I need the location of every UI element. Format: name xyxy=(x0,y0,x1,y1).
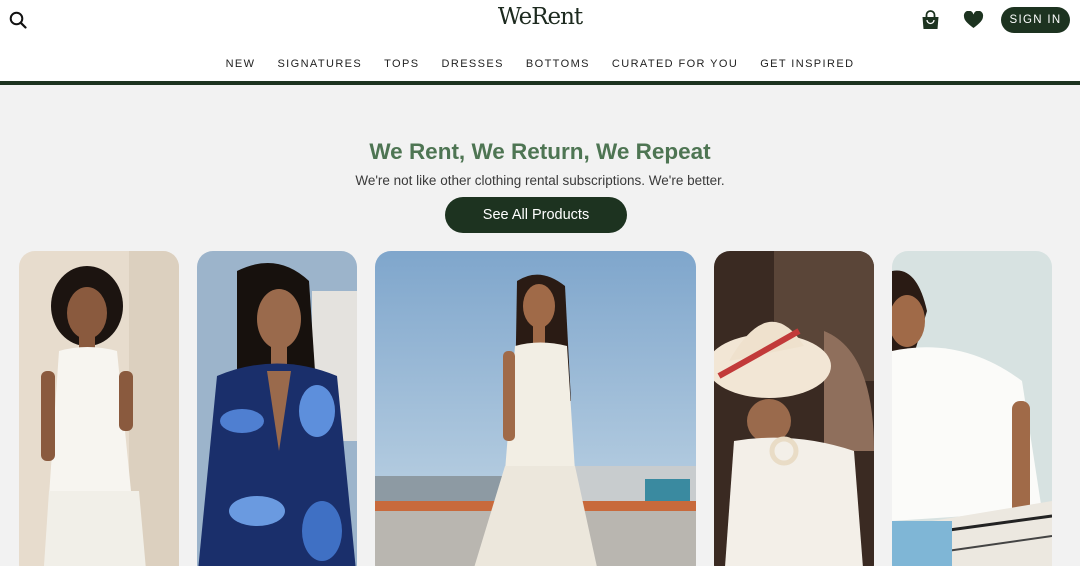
hero-subtitle: We're not like other clothing rental sub… xyxy=(355,173,725,188)
model-white-blouse-image xyxy=(892,251,1052,566)
site-logo[interactable]: WeRent xyxy=(0,4,1080,30)
product-card-white-top[interactable] xyxy=(19,251,179,566)
model-blue-floral-dress-image xyxy=(197,251,357,566)
model-white-sleeveless-top-image xyxy=(19,251,179,566)
nav-item-bottoms[interactable]: BOTTOMS xyxy=(526,58,590,70)
nav-item-new[interactable]: NEW xyxy=(226,58,256,70)
see-all-products-button[interactable]: See All Products xyxy=(445,197,627,233)
header-divider xyxy=(0,81,1080,85)
site-header: WeRent SIGN IN NEW SIGNATURES TOPS DRESS… xyxy=(0,0,1080,81)
model-white-lace-dress-image xyxy=(375,251,696,566)
nav-item-tops[interactable]: TOPS xyxy=(384,58,419,70)
nav-item-dresses[interactable]: DRESSES xyxy=(442,58,504,70)
product-card-blue-dress[interactable] xyxy=(197,251,357,566)
heart-icon[interactable] xyxy=(963,10,984,29)
product-card-white-lace-dress[interactable] xyxy=(375,251,696,566)
nav-item-get-inspired[interactable]: GET INSPIRED xyxy=(760,58,854,70)
nav-item-signatures[interactable]: SIGNATURES xyxy=(277,58,362,70)
product-card-sun-hat-knit[interactable] xyxy=(714,251,874,566)
sign-in-button[interactable]: SIGN IN xyxy=(1001,7,1070,33)
shopping-bag-icon[interactable] xyxy=(921,10,940,30)
hero-title: We Rent, We Return, We Repeat xyxy=(369,139,711,164)
nav-item-curated-for-you[interactable]: CURATED FOR YOU xyxy=(612,58,738,70)
main-nav: NEW SIGNATURES TOPS DRESSES BOTTOMS CURA… xyxy=(0,58,1080,70)
product-card-white-blouse[interactable] xyxy=(892,251,1052,566)
model-sun-hat-knit-top-image xyxy=(714,251,874,566)
